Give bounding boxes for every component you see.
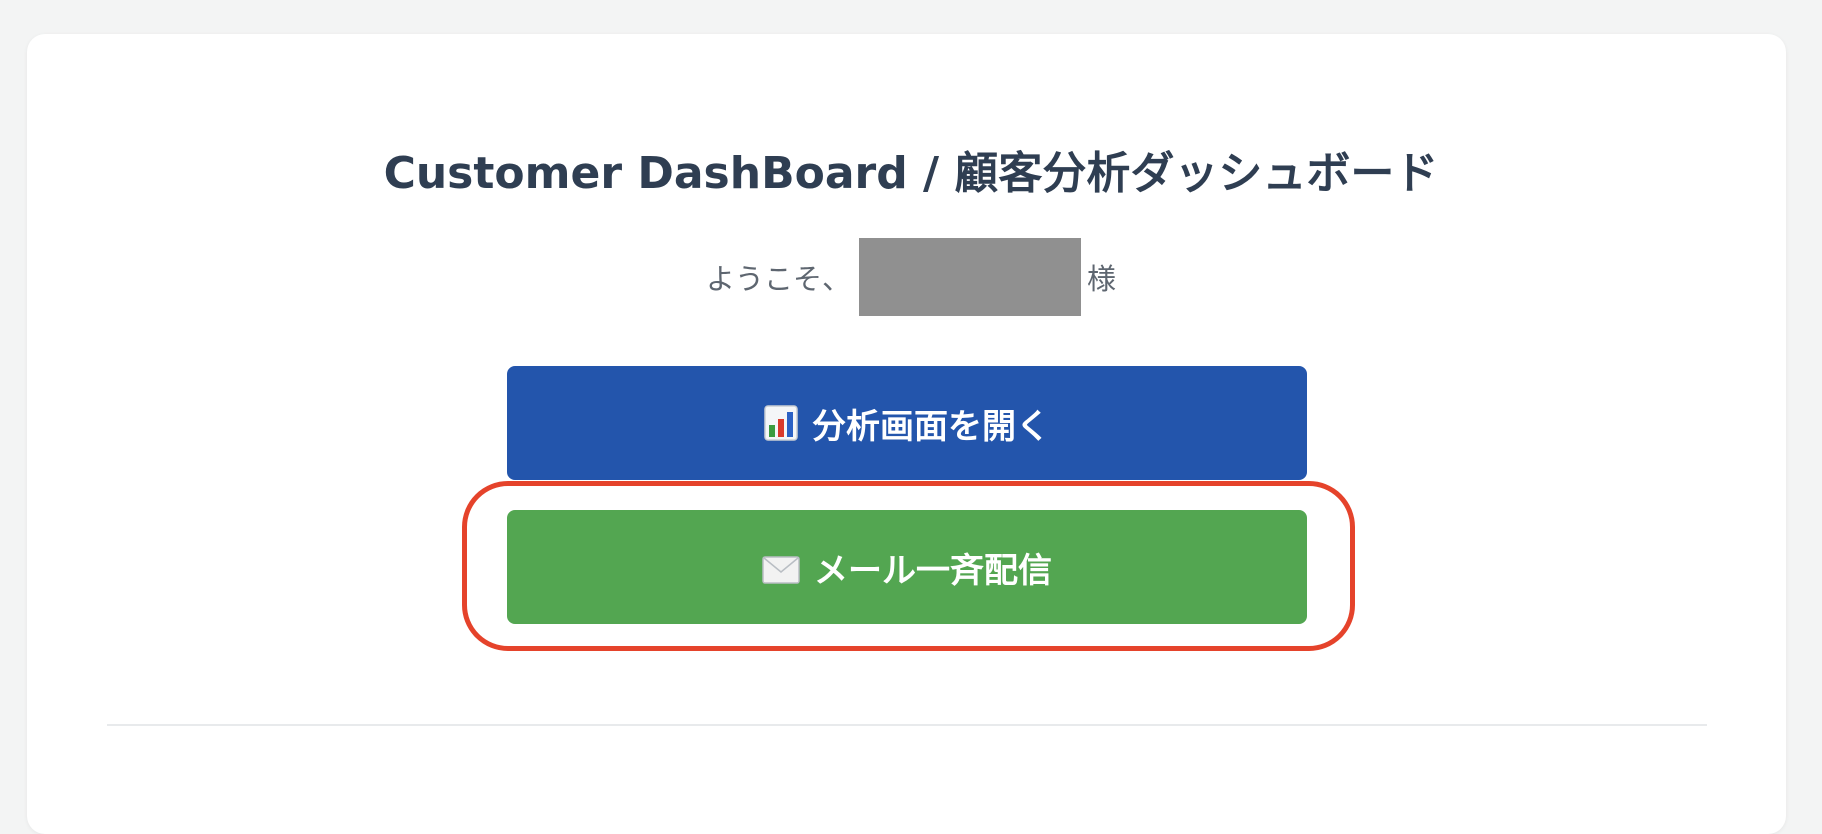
bulk-mail-button[interactable]: メール一斉配信 [507,510,1307,624]
section-divider [107,724,1707,726]
page-title: Customer DashBoard / 顧客分析ダッシュボード [383,148,1439,199]
open-analysis-button[interactable]: 分析画面を開く [507,366,1307,480]
bar-chart-icon [764,405,798,441]
redacted-user-name [859,238,1081,316]
envelope-icon [762,553,800,584]
welcome-prefix: ようこそ、 [705,262,851,296]
welcome-message: ようこそ、 様 [0,238,1822,316]
welcome-suffix: 様 [1087,262,1117,296]
bulk-mail-label: メール一斉配信 [814,550,1052,591]
open-analysis-label: 分析画面を開く [812,406,1050,447]
